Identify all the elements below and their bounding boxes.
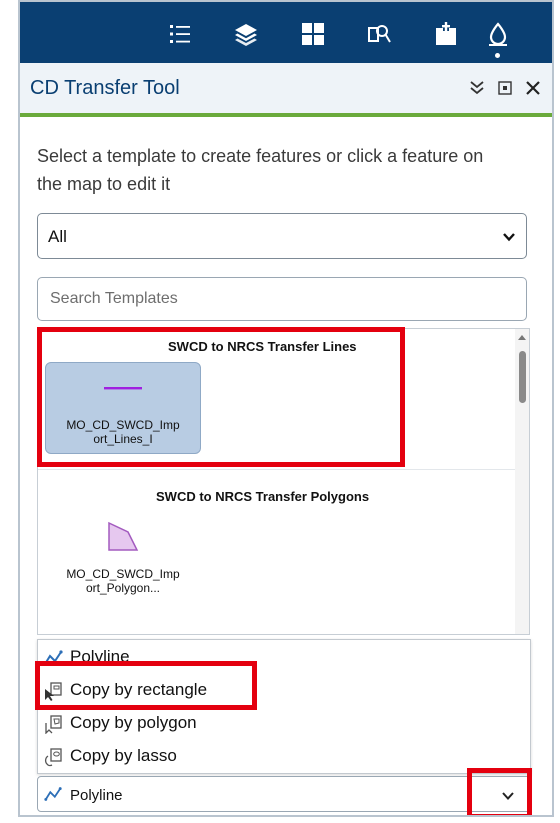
group-divider [38,469,529,470]
tool-option-copy-lasso[interactable]: Copy by lasso [38,741,530,771]
search-templates-input[interactable] [48,278,512,320]
template-filter-value: All [48,227,67,246]
scrollbar-thumb[interactable] [519,351,526,403]
chevron-down-icon[interactable] [501,791,515,801]
scroll-up-arrow-icon[interactable] [518,335,526,340]
polyline-icon [43,650,63,666]
tool-option-copy-rectangle[interactable]: Copy by rectangle [38,675,530,705]
copy-rectangle-icon [45,682,62,701]
tool-option-polyline[interactable]: Polyline [38,642,530,672]
template-name-line2: ort_Polygon... [85,581,161,595]
template-filter-select[interactable]: All [37,213,527,259]
copy-polygon-icon [45,715,62,734]
list-icon[interactable] [168,22,192,46]
add-bookmark-icon[interactable] [434,22,458,46]
drawing-tool-value: Polyline [70,787,123,804]
template-group-title: SWCD to NRCS Transfer Lines [168,339,357,354]
template-name-line2: ort_Lines_I [93,432,153,446]
template-tile-lines[interactable]: MO_CD_SWCD_Imp ort_Lines_I [45,362,201,454]
template-name-line1: MO_CD_SWCD_Imp [66,567,180,581]
panel-title: CD Transfer Tool [30,77,180,99]
template-tile-polygons[interactable]: MO_CD_SWCD_Imp ort_Polygon... [45,512,201,604]
close-icon[interactable] [524,79,542,97]
tool-option-copy-polygon[interactable]: Copy by polygon [38,708,530,738]
templates-list: SWCD to NRCS Transfer Lines MO_CD_SWCD_I… [37,328,530,635]
line-symbol-icon [104,387,142,390]
drop-icon[interactable] [486,22,510,46]
active-tool-indicator [495,53,500,58]
polyline-icon [44,787,62,801]
panel-header: CD Transfer Tool [20,63,552,117]
layers-icon[interactable] [234,22,258,46]
drawing-tool-dropdown: Polyline Copy by rectangle Copy by polyg… [37,639,531,774]
tool-option-label: Copy by polygon [70,713,197,732]
drawing-tool-select[interactable]: Polyline [37,776,531,812]
instructions-text: Select a template to create features or … [37,146,484,194]
grid-icon[interactable] [301,22,325,46]
tool-option-label: Polyline [70,647,130,666]
chevron-down-icon [503,233,515,242]
collapse-icon[interactable] [468,79,486,97]
tool-option-label: Copy by rectangle [70,680,208,699]
search-document-icon[interactable] [367,22,391,46]
templates-scrollbar[interactable] [515,329,529,634]
editor-widget-frame: CD Transfer Tool Select a template to cr… [18,0,554,817]
maximize-icon[interactable] [496,79,514,97]
template-group-title: SWCD to NRCS Transfer Polygons [156,489,370,504]
tool-option-label: Copy by lasso [70,746,177,765]
widget-toolbar [20,2,552,63]
copy-lasso-icon [44,748,62,767]
template-name-line1: MO_CD_SWCD_Imp [66,418,180,432]
polygon-symbol-icon [108,521,139,551]
search-templates-box[interactable] [37,277,527,321]
